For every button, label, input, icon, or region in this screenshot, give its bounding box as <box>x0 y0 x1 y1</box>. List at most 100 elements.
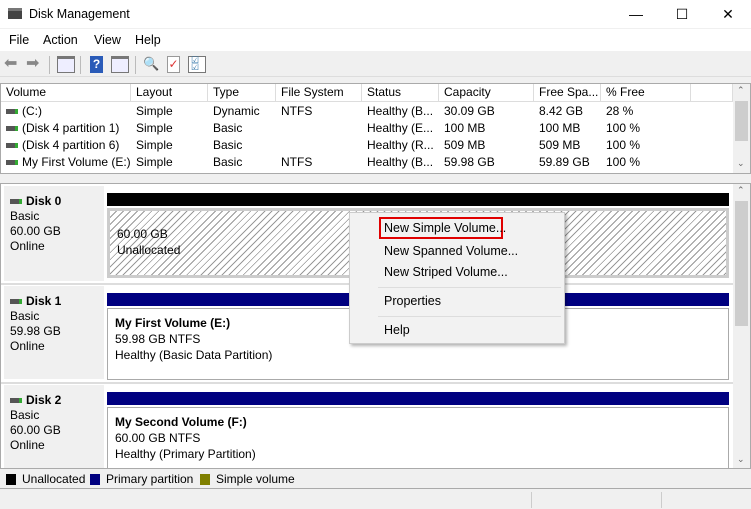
table-cell: Healthy (R... <box>367 137 434 154</box>
volume-status: Healthy (Primary Partition) <box>115 447 256 461</box>
graph-scrollbar[interactable]: ⌃ ⌄ <box>733 184 750 468</box>
table-cell: (C:) <box>6 103 42 120</box>
table-row[interactable]: (C:) Simple Dynamic NTFS Healthy (B... 30.09 … <box>1 103 731 120</box>
menu-bar: File Action View Help <box>0 29 751 51</box>
minimize-button[interactable]: — <box>613 0 659 28</box>
menu-item-properties[interactable]: Properties <box>384 294 441 308</box>
cell-text: 100 MB <box>444 121 486 135</box>
status-divider <box>661 492 662 508</box>
title-bar: Disk Management — ☐ ✕ <box>0 0 751 28</box>
menu-item-new-simple-volume[interactable]: New Simple Volume... <box>384 221 506 235</box>
table-cell: 59.89 GB <box>539 154 590 171</box>
table-cell: 28 % <box>606 103 633 120</box>
column-header-volume[interactable]: Volume <box>1 84 131 102</box>
disk-2-partition[interactable]: My Second Volume (F:) 60.00 GB NTFS Heal… <box>107 392 729 468</box>
table-row[interactable]: (Disk 4 partition 6) Simple Basic Healthy (… <box>1 137 731 154</box>
column-header-type[interactable]: Type <box>208 84 276 102</box>
table-cell: 100 % <box>606 137 640 154</box>
legend-label-simple-volume: Simple volume <box>216 472 295 486</box>
menu-view[interactable]: View <box>94 33 121 47</box>
table-cell: 59.98 GB <box>444 154 495 171</box>
menu-item-help[interactable]: Help <box>384 323 410 337</box>
table-cell: Simple <box>136 137 173 154</box>
cell-text: Basic <box>213 121 243 135</box>
scroll-up-icon[interactable]: ⌃ <box>737 85 745 96</box>
table-cell: 100 % <box>606 154 640 171</box>
partition-box[interactable]: My Second Volume (F:) 60.00 GB NTFS Heal… <box>107 407 729 468</box>
table-cell: Simple <box>136 103 173 120</box>
show-hide-console-tree-icon[interactable] <box>57 56 75 73</box>
cell-text: Healthy (E... <box>367 121 434 135</box>
status-divider <box>531 492 532 508</box>
scroll-thumb[interactable] <box>735 101 748 141</box>
show-hide-action-pane-icon[interactable] <box>111 56 129 73</box>
menu-help[interactable]: Help <box>135 33 161 47</box>
cell-text: 100 % <box>606 121 641 135</box>
column-header-status[interactable]: Status <box>362 84 439 102</box>
legend-label-unallocated: Unallocated <box>22 472 86 486</box>
menu-item-new-striped-volume[interactable]: New Striped Volume... <box>384 265 508 279</box>
disk-size: 60.00 GB <box>10 423 61 437</box>
legend-swatch-primary-partition <box>90 474 100 485</box>
drive-icon <box>6 126 18 132</box>
table-cell: My First Volume (E:) <box>6 154 131 171</box>
check-icon[interactable]: ✓ <box>167 56 180 73</box>
table-cell: Healthy (B... <box>367 103 433 120</box>
toolbar: ⬅ ➡ ? 🔍 ✓ ☑ ☑ <box>0 52 751 77</box>
volume-list: Volume Layout Type File System Status Ca… <box>0 83 751 174</box>
disk-label-0[interactable]: Disk 0 Basic 60.00 GB Online <box>4 186 104 281</box>
table-row[interactable]: My First Volume (E:) Simple Basic NTFS Healt… <box>1 154 731 171</box>
disk-management-icon <box>8 8 22 19</box>
cell-text: NTFS <box>281 104 313 118</box>
cell-text: 59.98 GB <box>444 155 495 169</box>
scroll-thumb[interactable] <box>735 201 748 326</box>
context-menu: New Simple Volume... New Spanned Volume.… <box>349 212 565 344</box>
table-cell: 100 MB <box>539 120 580 137</box>
partition-color-bar <box>107 193 729 206</box>
table-cell: Simple <box>136 120 173 137</box>
disk-divider <box>1 382 733 384</box>
connect-icon[interactable]: 🔍 <box>143 56 161 73</box>
cell-text: 509 MB <box>444 138 486 152</box>
table-cell: 509 MB <box>539 137 580 154</box>
maximize-button[interactable]: ☐ <box>659 0 705 28</box>
column-header-percent-free[interactable]: % Free <box>601 84 691 102</box>
table-row[interactable]: (Disk 4 partition 1) Simple Basic Healthy (… <box>1 120 731 137</box>
window-title: Disk Management <box>29 7 130 21</box>
menu-action[interactable]: Action <box>43 33 78 47</box>
partition-color-bar <box>107 392 729 405</box>
scroll-down-icon[interactable]: ⌄ <box>737 158 745 169</box>
table-cell: 100 MB <box>444 120 485 137</box>
drive-icon <box>6 109 18 115</box>
column-header-file-system[interactable]: File System <box>276 84 362 102</box>
scroll-down-icon[interactable]: ⌄ <box>737 454 745 465</box>
column-header-layout[interactable]: Layout <box>131 84 208 102</box>
disk-state: Online <box>10 438 45 452</box>
menu-file[interactable]: File <box>9 33 29 47</box>
back-icon[interactable]: ⬅ <box>4 56 22 73</box>
status-bar <box>0 490 751 509</box>
table-cell: Healthy (B... <box>367 154 433 171</box>
disk-label-1[interactable]: Disk 1 Basic 59.98 GB Online <box>4 286 104 379</box>
disk-label-2[interactable]: Disk 2 Basic 60.00 GB Online <box>4 385 104 468</box>
scroll-up-icon[interactable]: ⌃ <box>737 185 745 196</box>
column-header-free-space[interactable]: Free Spa... <box>534 84 601 102</box>
cell-text: 509 MB <box>539 138 581 152</box>
cell-text: My First Volume (E:) <box>22 155 131 169</box>
cell-text: Dynamic <box>213 104 260 118</box>
properties-list-icon[interactable]: ☑ ☑ <box>188 56 206 73</box>
table-cell: 30.09 GB <box>444 103 495 120</box>
disk-type: Basic <box>10 209 40 223</box>
help-icon[interactable]: ? <box>90 56 103 73</box>
close-button[interactable]: ✕ <box>705 0 751 28</box>
disk-icon <box>10 299 22 305</box>
disk-state: Online <box>10 339 45 353</box>
column-header-capacity[interactable]: Capacity <box>439 84 534 102</box>
table-cell: Dynamic <box>213 103 260 120</box>
forward-icon[interactable]: ➡ <box>26 56 44 73</box>
cell-text: Basic <box>213 155 243 169</box>
table-cell: (Disk 4 partition 1) <box>6 120 119 137</box>
list-scrollbar[interactable]: ⌃ ⌄ <box>733 84 750 173</box>
menu-item-new-spanned-volume[interactable]: New Spanned Volume... <box>384 244 518 258</box>
cell-text: Simple <box>136 121 173 135</box>
